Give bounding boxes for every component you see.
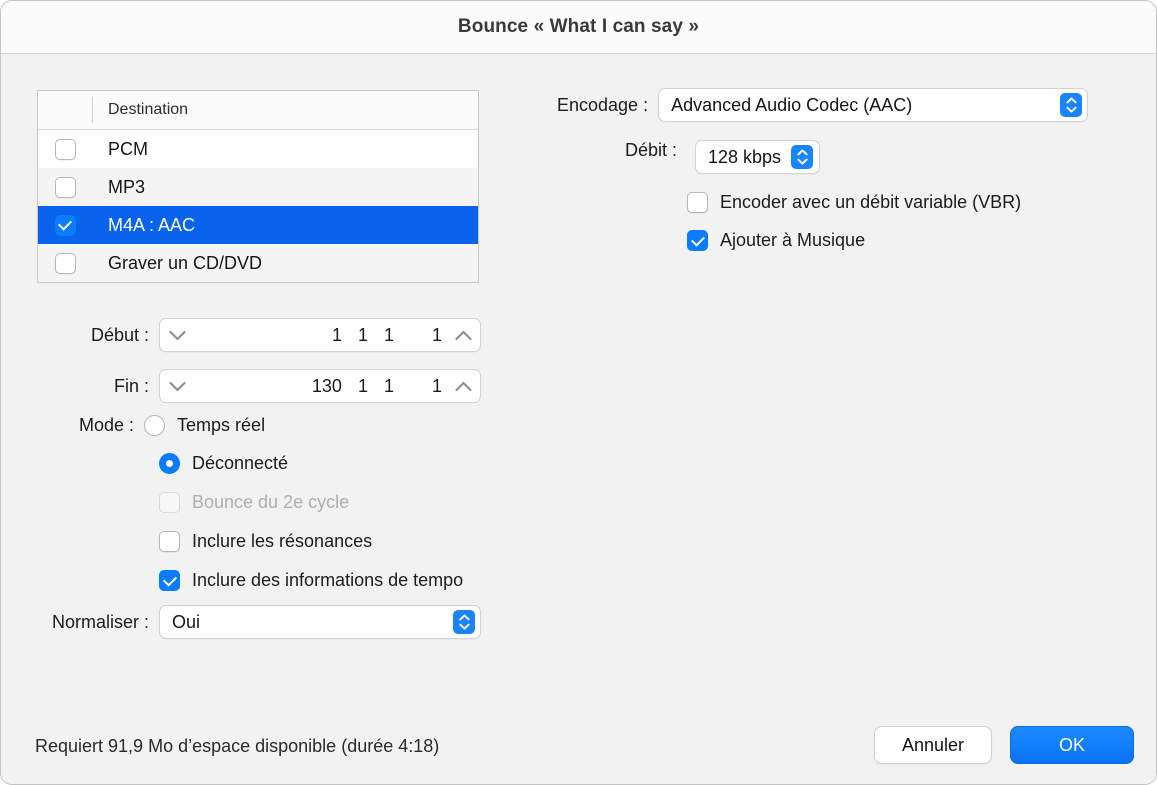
start-beat: 1	[358, 325, 368, 346]
chevron-down-glyph	[797, 158, 808, 165]
add-to-music-row[interactable]: Ajouter à Musique	[687, 230, 865, 251]
start-position-row: Début : 1 1 1 1	[37, 318, 481, 352]
checkbox-include-tempo-info[interactable]	[159, 570, 180, 591]
end-division: 1	[384, 376, 394, 397]
normalize-popup-button[interactable]: Oui	[159, 605, 481, 639]
start-division: 1	[384, 325, 394, 346]
start-position-field[interactable]: 1 1 1 1	[159, 318, 481, 352]
column-divider	[92, 97, 93, 123]
end-bar: 130	[312, 376, 342, 397]
checkbox-second-cycle-pass	[159, 492, 180, 513]
destination-label-burn-cd-dvd: Graver un CD/DVD	[108, 253, 262, 274]
chevron-down-glyph	[1066, 106, 1077, 113]
bitrate-popup-button[interactable]: 128 kbps	[695, 140, 820, 174]
normalize-label: Normaliser :	[52, 612, 149, 633]
start-bar: 1	[332, 325, 342, 346]
chevron-up-glyph	[797, 149, 808, 156]
chevron-up-down-icon[interactable]	[453, 610, 475, 634]
encoding-value: Advanced Audio Codec (AAC)	[659, 95, 912, 116]
bounce-dialog: Bounce « What I can say » Destination PC…	[0, 0, 1157, 785]
checkbox-m4a-aac[interactable]	[55, 215, 76, 236]
table-row[interactable]: PCM	[38, 130, 478, 168]
normalize-row: Normaliser : Oui	[25, 605, 481, 639]
end-position-row: Fin : 130 1 1 1	[37, 369, 481, 403]
destination-label-pcm: PCM	[108, 139, 148, 160]
ok-button[interactable]: OK	[1010, 726, 1134, 764]
end-position-field[interactable]: 130 1 1 1	[159, 369, 481, 403]
encoding-row: Encodage : Advanced Audio Codec (AAC)	[557, 88, 1088, 122]
include-tempo-label: Inclure des informations de tempo	[192, 570, 463, 591]
destination-checkbox-cell[interactable]	[38, 177, 92, 198]
checkbox-mp3[interactable]	[55, 177, 76, 198]
checkbox-include-audio-tail[interactable]	[159, 531, 180, 552]
start-tick: 1	[432, 325, 442, 346]
end-label: Fin :	[114, 376, 149, 397]
checkbox-variable-bit-rate[interactable]	[687, 192, 708, 213]
include-tails-label: Inclure les résonances	[192, 531, 372, 552]
destination-table-header: Destination	[38, 91, 478, 130]
destination-label-mp3: MP3	[108, 177, 145, 198]
bitrate-row: Débit :	[557, 140, 687, 161]
end-position-value[interactable]: 130 1 1 1	[194, 376, 446, 397]
radio-temps-reel[interactable]	[144, 415, 165, 436]
chevron-down-glyph	[459, 623, 470, 630]
chevron-up-icon[interactable]	[446, 381, 480, 392]
chevron-up-icon[interactable]	[446, 330, 480, 341]
title-bar: Bounce « What I can say »	[1, 1, 1156, 54]
checkbox-add-to-music[interactable]	[687, 230, 708, 251]
add-to-music-label: Ajouter à Musique	[720, 230, 865, 251]
start-label: Début :	[91, 325, 149, 346]
destination-checkbox-cell[interactable]	[38, 215, 92, 236]
table-row[interactable]: Graver un CD/DVD	[38, 244, 478, 282]
chevron-up-down-icon[interactable]	[791, 145, 813, 169]
checkbox-burn-cd-dvd[interactable]	[55, 253, 76, 274]
bitrate-control: 128 kbps	[695, 140, 820, 174]
vbr-row[interactable]: Encoder avec un débit variable (VBR)	[687, 192, 1021, 213]
encoding-popup-button[interactable]: Advanced Audio Codec (AAC)	[658, 88, 1088, 122]
table-row[interactable]: M4A : AAC	[38, 206, 478, 244]
mode-option-label-temps-reel: Temps réel	[177, 415, 265, 436]
second-cycle-pass-label: Bounce du 2e cycle	[192, 492, 349, 513]
chevron-down-icon[interactable]	[160, 330, 194, 341]
mode-row: Mode : Temps réel	[79, 415, 265, 436]
destination-checkbox-cell[interactable]	[38, 253, 92, 274]
destination-label-m4a-aac: M4A : AAC	[108, 215, 195, 236]
chevron-up-down-icon[interactable]	[1060, 93, 1082, 117]
bitrate-label: Débit :	[625, 140, 677, 161]
checkbox-pcm[interactable]	[55, 139, 76, 160]
destination-checkbox-cell[interactable]	[38, 139, 92, 160]
destination-column-label: Destination	[108, 101, 188, 119]
chevron-up-glyph	[459, 614, 470, 621]
window-title: Bounce « What I can say »	[458, 16, 699, 38]
end-tick: 1	[432, 376, 442, 397]
normalize-value: Oui	[160, 612, 200, 633]
mode-option-label-deconnecte: Déconnecté	[192, 453, 288, 474]
end-beat: 1	[358, 376, 368, 397]
destination-table: Destination PCM MP3 M4A : AAC	[37, 90, 479, 283]
mode-option-deconnecte-row[interactable]: Déconnecté	[159, 453, 288, 474]
mode-label: Mode :	[79, 415, 134, 436]
dialog-body: Destination PCM MP3 M4A : AAC	[1, 54, 1156, 784]
vbr-label: Encoder avec un débit variable (VBR)	[720, 192, 1021, 213]
table-row[interactable]: MP3	[38, 168, 478, 206]
include-tempo-row[interactable]: Inclure des informations de tempo	[159, 570, 463, 591]
start-position-value[interactable]: 1 1 1 1	[194, 325, 446, 346]
status-text: Requiert 91,9 Mo d’espace disponible (du…	[35, 736, 439, 757]
chevron-up-glyph	[1066, 97, 1077, 104]
encoding-label: Encodage :	[557, 95, 648, 116]
chevron-down-icon[interactable]	[160, 381, 194, 392]
cancel-button[interactable]: Annuler	[874, 726, 992, 764]
radio-deconnecte[interactable]	[159, 453, 180, 474]
bitrate-value: 128 kbps	[696, 147, 781, 168]
include-tails-row[interactable]: Inclure les résonances	[159, 531, 372, 552]
second-cycle-pass-row: Bounce du 2e cycle	[159, 492, 349, 513]
